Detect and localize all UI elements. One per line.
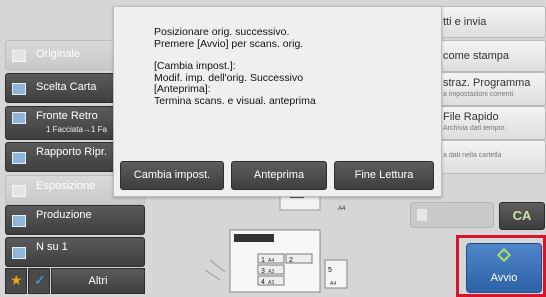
start-icon: [496, 247, 512, 263]
output-button[interactable]: Produzione: [5, 205, 145, 235]
checkmark-icon: ✓: [34, 272, 46, 288]
quick-file-button[interactable]: File Rapido Archivia dati tempor.: [430, 106, 546, 140]
scan-next-original-dialog: Posizionare orig. successivo. Premere [A…: [113, 6, 442, 197]
output-label: Produzione: [36, 209, 92, 221]
check-settings-button[interactable]: ✓: [28, 268, 50, 294]
quick-file-sub: Archivia dati tempor.: [443, 125, 507, 132]
right-actions-panel: tti e invia come stampa straz. Programma…: [430, 6, 546, 196]
message-line: Posizionare orig. successivo.: [154, 26, 290, 38]
tray-2-number: 2: [289, 257, 293, 264]
register-program-label: straz. Programma: [443, 77, 531, 89]
copy-and-send-label: tti e invia: [443, 16, 487, 28]
document-icon: [12, 50, 26, 62]
n-up-icon: [12, 247, 26, 259]
dialog-buttons: Cambia impost. Anteprima Fine Lettura: [114, 161, 443, 191]
change-settings-button[interactable]: Cambia impost.: [120, 161, 224, 190]
n-up-label: N su 1: [36, 241, 68, 253]
finish-reading-button[interactable]: Fine Lettura: [334, 161, 434, 190]
original-label: Originale: [36, 48, 81, 60]
copy-and-send-button[interactable]: tti e invia: [430, 6, 546, 38]
file-button[interactable]: a dati nella cartella: [430, 140, 546, 174]
exposure-icon: [12, 185, 26, 197]
dialog-message: Posizionare orig. successivo. Premere [A…: [154, 26, 434, 107]
paper-tray-icon: [12, 83, 26, 95]
duplex-label: Fronte Retro: [36, 110, 98, 122]
start-label: Avvio: [490, 272, 518, 284]
message-line: [Cambia impost.]:: [154, 60, 236, 72]
preview-toggle-button[interactable]: [410, 202, 494, 228]
output-icon: [12, 215, 26, 227]
tray-1-number: 1: [261, 257, 265, 264]
tray-5-size: A4: [330, 281, 336, 287]
paper-select-label: Scelta Carta: [36, 81, 97, 93]
tray-5-number: 5: [328, 267, 332, 274]
tray-3-size: A3: [268, 269, 274, 275]
register-program-sub: a impostazioni correnti: [443, 91, 514, 98]
tray-1-size: A4: [268, 258, 274, 264]
duplex-icon: [12, 112, 26, 124]
output-tray-label: A4: [338, 206, 346, 212]
zoom-ratio-label: Rapporto Ripr.: [36, 146, 107, 158]
message-line: [Anteprima]:: [154, 83, 211, 95]
quick-file-label: File Rapido: [443, 111, 499, 123]
message-line: Premere [Avvio] per scans. orig.: [154, 37, 304, 50]
file-sub: a dati nella cartella: [443, 152, 502, 159]
tray-4-number: 4: [261, 279, 265, 286]
print-like-button[interactable]: come stampa: [430, 40, 546, 72]
start-button[interactable]: Avvio: [466, 243, 542, 293]
favorites-button[interactable]: ★: [5, 268, 27, 294]
scanner-top: [279, 195, 321, 211]
duplex-value: 1 Facciata→1 Fa: [46, 125, 107, 134]
clear-all-button[interactable]: CA: [499, 202, 545, 230]
copy-screen: Originale Au Scelta Carta Fronte Retro 1…: [0, 0, 546, 297]
tray-3-number: 3: [261, 268, 265, 275]
bottom-left-bar: ★ ✓ Altri: [5, 268, 145, 294]
control-panel: [234, 234, 274, 242]
machine-illustration: A4 1 2 3 4 A4 A3 A3 5 A4: [204, 190, 348, 293]
start-highlight: Avvio: [456, 235, 546, 297]
paper-path-lines: [204, 259, 226, 281]
exposure-label: Esposizione: [36, 180, 96, 192]
star-icon: ★: [10, 272, 23, 288]
message-line: Termina scans. e visual. anteprima: [154, 94, 316, 107]
others-button[interactable]: Altri: [51, 268, 145, 294]
preview-button[interactable]: Anteprima: [231, 161, 327, 190]
print-like-label: come stampa: [443, 50, 510, 62]
tray-4-size: A3: [268, 280, 274, 286]
register-program-button[interactable]: straz. Programma a impostazioni correnti: [430, 72, 546, 106]
zoom-ratio-icon: [12, 152, 26, 164]
n-up-button[interactable]: N su 1: [5, 237, 145, 267]
